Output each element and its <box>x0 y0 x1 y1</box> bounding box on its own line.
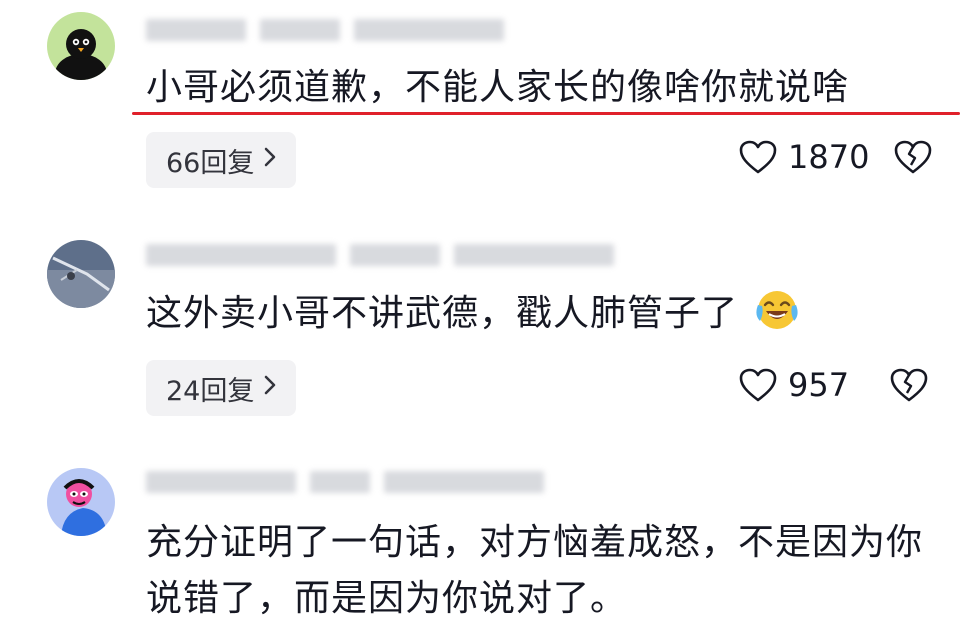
chevron-right-icon <box>264 375 276 401</box>
reply-label: 24回复 <box>166 375 255 407</box>
heart-icon[interactable] <box>738 139 778 175</box>
like-count: 957 <box>788 366 850 404</box>
avatar[interactable] <box>47 468 115 536</box>
black-bird-icon <box>47 12 115 80</box>
username-blurred[interactable] <box>146 467 544 497</box>
avatar[interactable] <box>47 12 115 80</box>
reply-label: 66回复 <box>166 147 255 179</box>
like-area: 957 <box>738 366 929 404</box>
cartoon-avatar-icon <box>47 468 115 536</box>
username-blurred[interactable] <box>146 240 614 270</box>
crying-laughing-emoji-icon <box>754 289 800 346</box>
photo-avatar-icon <box>47 240 115 308</box>
dislike-broken-heart-icon[interactable] <box>889 367 929 403</box>
heart-icon[interactable] <box>738 367 778 403</box>
comment-text: 小哥必须道歉，不能人家长的像啥你就说啥 <box>146 67 850 108</box>
dislike-broken-heart-icon[interactable] <box>893 139 933 175</box>
comment-text: 充分证明了一句话，对方恼羞成怒，不是因为你说错了，而是因为你说对了。 <box>146 522 924 619</box>
username-blurred[interactable] <box>146 15 504 45</box>
chevron-right-icon <box>264 147 276 173</box>
reply-button[interactable]: 24回复 <box>146 360 297 416</box>
reply-button[interactable]: 66回复 <box>146 132 297 188</box>
like-area: 1870 <box>738 138 933 176</box>
comment-text: 这外卖小哥不讲武德，戳人肺管子了 <box>146 288 925 346</box>
like-count: 1870 <box>788 138 870 176</box>
highlight-underline <box>132 112 960 115</box>
avatar[interactable] <box>47 240 115 308</box>
